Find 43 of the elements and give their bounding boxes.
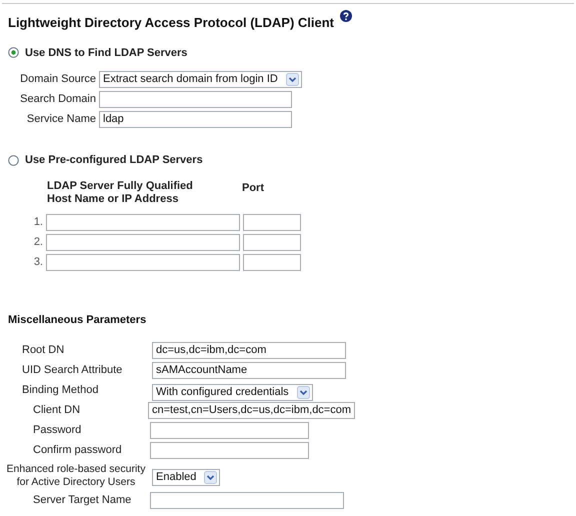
page-title: Lightweight Directory Access Protocol (LDAP) Client (8, 14, 334, 32)
field-label: Root DN (22, 343, 66, 358)
input-field[interactable]: sAMAccountName (152, 362, 346, 379)
input-field[interactable] (99, 91, 292, 108)
option-label: Use Pre-configured LDAP Servers (25, 153, 203, 168)
input-field[interactable] (46, 234, 240, 250)
section-title: Miscellaneous Parameters (8, 314, 146, 326)
input-field[interactable] (243, 214, 301, 230)
field-label: Server Target Name (32, 493, 132, 508)
row-number: 2. (32, 234, 44, 250)
field-label: Service Name (26, 112, 97, 128)
input-field[interactable] (150, 492, 344, 509)
field-label: Search Domain (19, 92, 97, 108)
column-header: LDAP Server Fully Qualified Host Name or IP Address (47, 180, 194, 206)
field-label: Binding Method (22, 383, 100, 398)
field-label: Client DN (32, 403, 82, 418)
option-label: Use DNS to Find LDAP Servers (25, 46, 188, 60)
input-field[interactable] (150, 422, 309, 439)
input-field[interactable] (46, 214, 240, 230)
field-label: Password (32, 423, 82, 438)
dropdown[interactable]: Enabled (152, 468, 220, 486)
field-label: UID Search Attribute (22, 363, 124, 378)
row-number: 1. (32, 214, 44, 230)
field-label: Domain Source (19, 72, 97, 88)
column-header: Port (242, 181, 264, 196)
help-icon[interactable] (340, 10, 352, 22)
chevron-down-icon (286, 73, 299, 86)
chevron-down-icon (204, 470, 218, 484)
input-field[interactable]: dc=us,dc=ibm,dc=com (152, 342, 346, 359)
row-number: 3. (32, 254, 44, 270)
dropdown[interactable]: With configured credentials (152, 384, 313, 400)
input-field[interactable]: cn=test,cn=Users,dc=us,dc=ibm,dc=com (148, 402, 356, 419)
input-field[interactable] (243, 234, 301, 250)
field-label: Enhanced role-based security for Active Directory Users (6, 462, 146, 488)
input-field[interactable]: ldap (99, 111, 292, 128)
input-field[interactable] (243, 254, 301, 270)
input-field[interactable] (150, 442, 309, 459)
radio-button[interactable] (8, 47, 19, 58)
field-label: Confirm password (32, 443, 123, 458)
radio-button[interactable] (8, 154, 19, 166)
chevron-down-icon (296, 386, 310, 398)
dropdown[interactable]: Extract search domain from login ID (99, 71, 302, 88)
input-field[interactable] (46, 254, 240, 270)
